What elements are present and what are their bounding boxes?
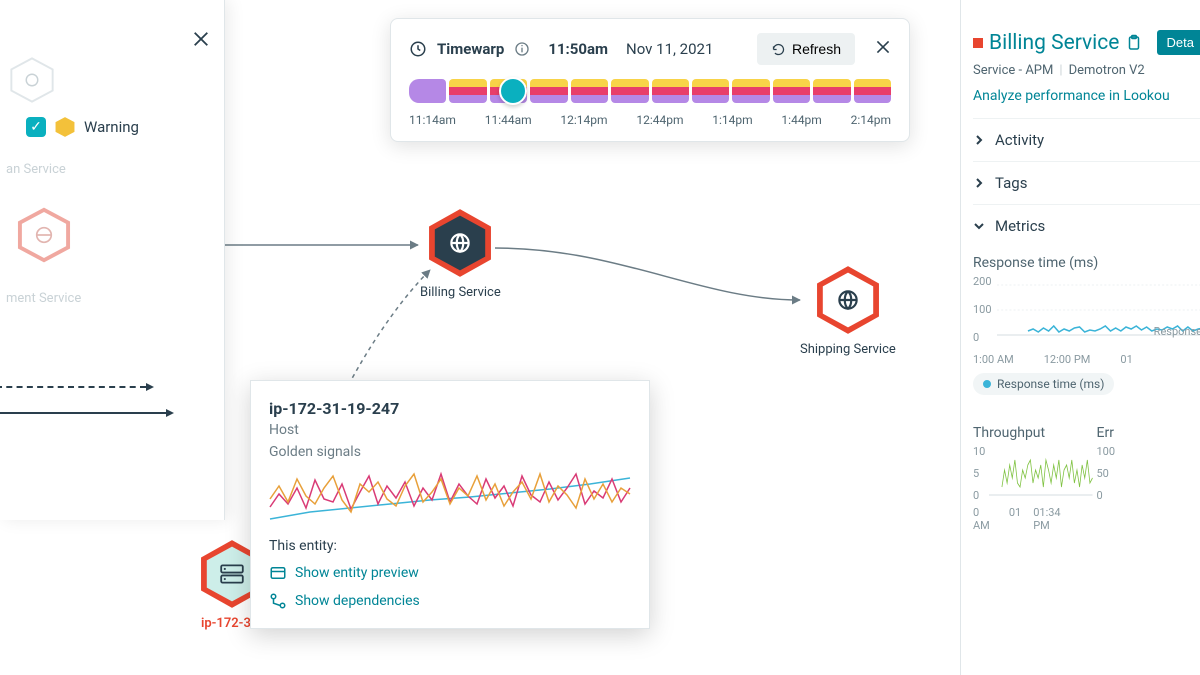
service-subtitle: Service - APM|Demotron V2 (973, 63, 1200, 78)
service-title[interactable]: Billing Service (989, 31, 1119, 55)
chevron-right-icon (973, 177, 985, 189)
tooltip-signals-label: Golden signals (269, 444, 631, 460)
timewarp-time: 11:50am (548, 40, 608, 58)
tooltip-title: ip-172-31-19-247 (269, 399, 631, 418)
response-time-chart: 200 100 0 Response 1:00 AM12:00 PM01 (973, 275, 1200, 365)
time-knob[interactable] (499, 77, 527, 105)
tooltip-type: Host (269, 422, 631, 438)
throughput-chart: 10 5 0 0 AM0101:34 PM (973, 445, 1077, 510)
node-shipping[interactable]: Shipping Service (800, 264, 896, 357)
section-tags[interactable]: Tags (973, 161, 1200, 204)
throughput-title: Throughput (973, 425, 1077, 441)
section-activity[interactable]: Activity (973, 118, 1200, 161)
show-dependencies-link[interactable]: Show dependencies (269, 592, 631, 610)
ghost-service-bottom: ment Service (6, 291, 208, 306)
details-sidebar: Billing Service Deta Service - APM|Demot… (960, 0, 1200, 675)
response-time-title: Response time (ms) (973, 255, 1200, 271)
preview-icon (269, 564, 287, 582)
entity-tooltip: ip-172-31-19-247 Host Golden signals Thi… (250, 380, 650, 629)
error-title: Err (1097, 425, 1200, 441)
timewarp-close-icon[interactable] (875, 39, 891, 59)
legend-dashed-line (0, 386, 146, 388)
clock-icon (409, 40, 427, 58)
node-label: Billing Service (420, 285, 501, 300)
timewarp-panel: Timewarp 11:50am Nov 11, 2021 Refresh 11… (390, 18, 910, 142)
time-ticks: 11:14am11:44am12:14pm12:44pm1:14pm1:44pm… (409, 113, 891, 127)
refresh-button[interactable]: Refresh (757, 33, 855, 65)
time-slider[interactable] (409, 79, 891, 103)
legend-solid-line (0, 412, 166, 414)
warning-label: Warning (84, 118, 139, 136)
timewarp-label: Timewarp (437, 40, 504, 58)
ghost-service-top: an Service (6, 162, 208, 177)
ghost-hex-mid (16, 207, 208, 267)
warning-hex-icon (54, 116, 76, 138)
chevron-down-icon (973, 220, 985, 232)
details-button[interactable]: Deta (1157, 30, 1200, 55)
tooltip-this-entity: This entity: (269, 538, 631, 554)
filter-panel: ✓ Warning an Service ment Service (0, 0, 225, 520)
error-chart: 100 50 0 (1097, 445, 1200, 510)
analyze-link[interactable]: Analyze performance in Lookou (973, 88, 1200, 104)
show-preview-link[interactable]: Show entity preview (269, 564, 631, 582)
info-icon[interactable] (514, 41, 530, 57)
dependencies-icon (269, 592, 287, 610)
timewarp-date: Nov 11, 2021 (626, 40, 713, 58)
chevron-right-icon (973, 134, 985, 146)
status-square-icon (973, 38, 983, 48)
ghost-hex-top (8, 56, 56, 108)
node-billing[interactable]: Billing Service (420, 207, 501, 300)
warning-checkbox[interactable]: ✓ (26, 117, 46, 137)
node-label: Shipping Service (800, 342, 896, 357)
clipboard-icon[interactable] (1125, 34, 1143, 52)
close-icon[interactable] (192, 30, 210, 52)
response-time-legend[interactable]: Response time (ms) (973, 373, 1114, 395)
section-metrics[interactable]: Metrics (973, 204, 1200, 247)
golden-signals-sparkline (269, 464, 631, 524)
refresh-icon (771, 42, 786, 57)
